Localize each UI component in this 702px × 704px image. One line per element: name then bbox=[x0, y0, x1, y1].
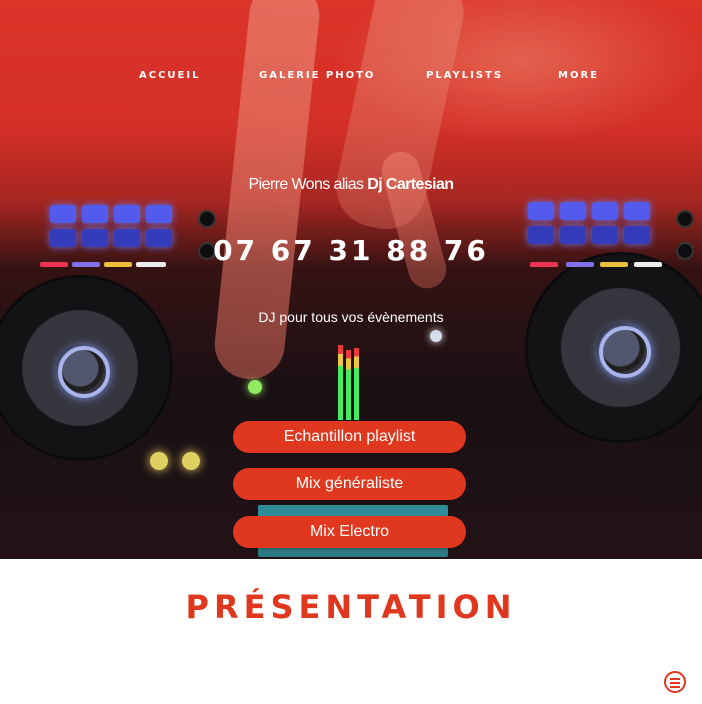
pad bbox=[624, 202, 650, 220]
knob bbox=[198, 210, 216, 228]
main-nav: ACCUEIL GALERIE PHOTO PLAYLISTS MORE bbox=[0, 70, 702, 86]
nav-item-playlists[interactable]: PLAYLISTS bbox=[426, 70, 503, 81]
level-meter bbox=[338, 345, 343, 420]
dj-name: Pierre Wons alias Dj Cartesian bbox=[0, 176, 702, 194]
knob bbox=[676, 210, 694, 228]
pad bbox=[50, 205, 76, 223]
yellow-button bbox=[150, 452, 168, 470]
nav-item-more[interactable]: MORE bbox=[558, 70, 599, 81]
chat-bubble-icon[interactable] bbox=[664, 671, 686, 693]
pad bbox=[592, 202, 618, 220]
level-meter bbox=[354, 348, 359, 420]
sample-playlist-button[interactable]: Echantillon playlist bbox=[233, 421, 466, 453]
knob bbox=[430, 330, 442, 342]
left-jog-wheel bbox=[0, 278, 170, 458]
dj-name-prefix: Pierre Wons alias bbox=[248, 176, 368, 193]
right-jog-wheel bbox=[528, 255, 702, 440]
chat-line bbox=[670, 682, 680, 684]
phone-number: 07 67 31 88 76 bbox=[213, 234, 489, 267]
pad bbox=[114, 205, 140, 223]
nav-item-accueil[interactable]: ACCUEIL bbox=[139, 70, 200, 81]
dj-name-bold: Dj Cartesian bbox=[367, 176, 454, 193]
electro-mix-button[interactable]: Mix Electro bbox=[233, 516, 466, 548]
pad bbox=[528, 202, 554, 220]
pad bbox=[560, 202, 586, 220]
nav-item-galerie-photo[interactable]: GALERIE PHOTO bbox=[259, 70, 375, 81]
knob bbox=[248, 380, 262, 394]
chat-line bbox=[670, 686, 680, 688]
general-mix-button[interactable]: Mix généraliste bbox=[233, 468, 466, 500]
presentation-title: PRÉSENTATION bbox=[185, 588, 517, 626]
pad bbox=[146, 205, 172, 223]
chat-line bbox=[670, 678, 680, 680]
pad bbox=[82, 205, 108, 223]
tagline: DJ pour tous vos évènements bbox=[258, 309, 444, 325]
yellow-button bbox=[182, 452, 200, 470]
level-meter bbox=[346, 350, 351, 420]
